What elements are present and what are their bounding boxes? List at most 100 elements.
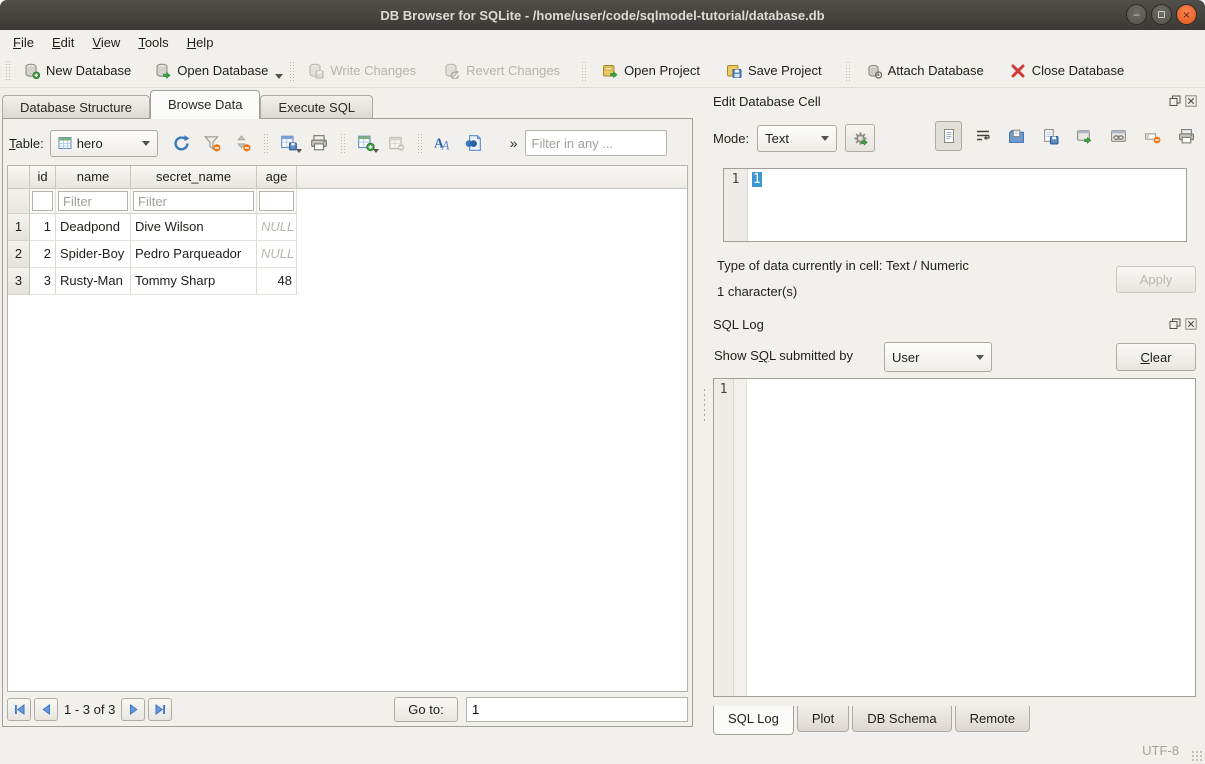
copy-link-button[interactable] bbox=[1105, 121, 1132, 151]
open-database-dropdown-icon[interactable] bbox=[275, 74, 283, 83]
float-dock-icon[interactable] bbox=[1169, 318, 1181, 330]
grid-corner[interactable] bbox=[8, 166, 30, 189]
clear-log-button[interactable]: Clear bbox=[1116, 343, 1196, 371]
table-select[interactable]: hero bbox=[50, 130, 158, 157]
print-cell-button[interactable] bbox=[1173, 121, 1200, 151]
cell-secret-name[interactable]: Tommy Sharp bbox=[131, 268, 257, 295]
save-table-button[interactable] bbox=[275, 130, 303, 156]
write-changes-label: Write Changes bbox=[330, 63, 416, 78]
filter-input-id[interactable] bbox=[32, 191, 53, 211]
auto-apply-button[interactable] bbox=[845, 124, 875, 152]
resize-grip[interactable] bbox=[1191, 750, 1203, 762]
link-icon bbox=[1110, 128, 1127, 145]
first-page-button[interactable] bbox=[7, 698, 31, 721]
toolbar-overflow-chevron[interactable]: » bbox=[505, 135, 523, 151]
new-database-button[interactable]: New Database bbox=[15, 58, 140, 84]
close-database-button[interactable]: Close Database bbox=[1001, 58, 1134, 84]
cell-age[interactable]: NULL bbox=[257, 214, 297, 241]
tab-browse-data[interactable]: Browse Data bbox=[150, 90, 260, 119]
word-wrap-button[interactable] bbox=[969, 121, 996, 151]
print-table-button[interactable] bbox=[305, 130, 333, 156]
menu-file[interactable]: File bbox=[4, 33, 43, 52]
close-button[interactable]: × bbox=[1176, 4, 1197, 25]
cell-editor-content[interactable]: 1 bbox=[752, 172, 762, 187]
close-dock-icon[interactable] bbox=[1185, 318, 1197, 330]
clear-filters-button[interactable] bbox=[198, 130, 226, 156]
find-in-cell-icon bbox=[464, 134, 482, 152]
column-header-name[interactable]: name bbox=[56, 166, 131, 189]
insert-record-dropdown-icon[interactable] bbox=[373, 149, 379, 156]
goto-input[interactable] bbox=[466, 697, 688, 722]
find-in-table-button[interactable] bbox=[459, 130, 487, 156]
filter-any-input[interactable] bbox=[525, 130, 667, 156]
open-database-button[interactable]: Open Database bbox=[146, 58, 277, 84]
attach-database-button[interactable]: Attach Database bbox=[857, 58, 993, 84]
filter-input-age[interactable] bbox=[259, 191, 294, 211]
clear-sorting-button[interactable] bbox=[228, 130, 256, 156]
clear-sort-icon bbox=[233, 134, 251, 152]
text-mode-button[interactable] bbox=[935, 121, 962, 151]
dock-tab-remote[interactable]: Remote bbox=[955, 706, 1031, 732]
cell-id[interactable]: 3 bbox=[30, 268, 56, 295]
window-title: DB Browser for SQLite - /home/user/code/… bbox=[380, 8, 824, 23]
refresh-button[interactable] bbox=[168, 130, 196, 156]
browse-toolbar: Table: hero bbox=[9, 126, 686, 160]
tab-execute-sql[interactable]: Execute SQL bbox=[260, 95, 373, 119]
menu-help[interactable]: Help bbox=[178, 33, 223, 52]
maximize-button[interactable] bbox=[1151, 4, 1172, 25]
titlebar[interactable]: DB Browser for SQLite - /home/user/code/… bbox=[0, 0, 1205, 30]
minimize-button[interactable]: − bbox=[1126, 4, 1147, 25]
cell-age[interactable]: 48 bbox=[257, 268, 297, 295]
insert-record-button[interactable] bbox=[352, 130, 380, 156]
cell-editor[interactable]: 1 1 bbox=[723, 168, 1187, 242]
close-icon: × bbox=[1183, 9, 1190, 21]
open-project-label: Open Project bbox=[624, 63, 700, 78]
toolbar-grip[interactable] bbox=[5, 60, 12, 82]
format-button[interactable]: AA bbox=[429, 130, 457, 156]
record-range-label: 1 - 3 of 3 bbox=[64, 702, 115, 717]
export-cell-button[interactable] bbox=[1037, 121, 1064, 151]
save-project-button[interactable]: Save Project bbox=[717, 58, 831, 84]
dock-tab-db-schema[interactable]: DB Schema bbox=[852, 706, 951, 732]
cell-secret-name[interactable]: Dive Wilson bbox=[131, 214, 257, 241]
set-null-button[interactable] bbox=[1139, 121, 1166, 151]
filter-input-secret-name[interactable] bbox=[133, 191, 254, 211]
dock-tab-sql-log[interactable]: SQL Log bbox=[713, 706, 794, 735]
toolbar-separator bbox=[845, 61, 850, 81]
vertical-splitter[interactable] bbox=[699, 388, 709, 422]
float-dock-icon[interactable] bbox=[1169, 95, 1181, 107]
column-header-secret-name[interactable]: secret_name bbox=[131, 166, 257, 189]
menu-tools[interactable]: Tools bbox=[129, 33, 177, 52]
cell-secret-name[interactable]: Pedro Parqueador bbox=[131, 241, 257, 268]
cell-name[interactable]: Deadpond bbox=[56, 214, 131, 241]
import-cell-button[interactable] bbox=[1003, 121, 1030, 151]
last-page-button[interactable] bbox=[148, 698, 172, 721]
sql-source-select[interactable]: User bbox=[884, 342, 992, 372]
goto-button[interactable]: Go to: bbox=[394, 697, 458, 722]
mode-select[interactable]: Text bbox=[757, 125, 837, 152]
column-header-age[interactable]: age bbox=[257, 166, 297, 189]
column-header-id[interactable]: id bbox=[30, 166, 56, 189]
cell-id[interactable]: 2 bbox=[30, 241, 56, 268]
cell-id[interactable]: 1 bbox=[30, 214, 56, 241]
row-number[interactable]: 2 bbox=[8, 241, 30, 268]
right-dock: Edit Database Cell Mode: Text bbox=[713, 88, 1197, 738]
row-number[interactable]: 3 bbox=[8, 268, 30, 295]
dock-tab-plot[interactable]: Plot bbox=[797, 706, 849, 732]
menu-edit[interactable]: Edit bbox=[43, 33, 83, 52]
menu-view[interactable]: View bbox=[83, 33, 129, 52]
save-table-dropdown-icon[interactable] bbox=[296, 149, 302, 156]
edit-cell-title: Edit Database Cell bbox=[713, 94, 821, 109]
sql-log-editor[interactable]: 1 bbox=[713, 378, 1196, 697]
next-page-button[interactable] bbox=[121, 698, 145, 721]
cell-name[interactable]: Spider-Boy bbox=[56, 241, 131, 268]
open-external-button[interactable] bbox=[1071, 121, 1098, 151]
tab-database-structure[interactable]: Database Structure bbox=[2, 95, 150, 119]
close-dock-icon[interactable] bbox=[1185, 95, 1197, 107]
prev-page-button[interactable] bbox=[34, 698, 58, 721]
row-number[interactable]: 1 bbox=[8, 214, 30, 241]
filter-input-name[interactable] bbox=[58, 191, 128, 211]
open-project-button[interactable]: Open Project bbox=[593, 58, 709, 84]
cell-age[interactable]: NULL bbox=[257, 241, 297, 268]
cell-name[interactable]: Rusty-Man bbox=[56, 268, 131, 295]
